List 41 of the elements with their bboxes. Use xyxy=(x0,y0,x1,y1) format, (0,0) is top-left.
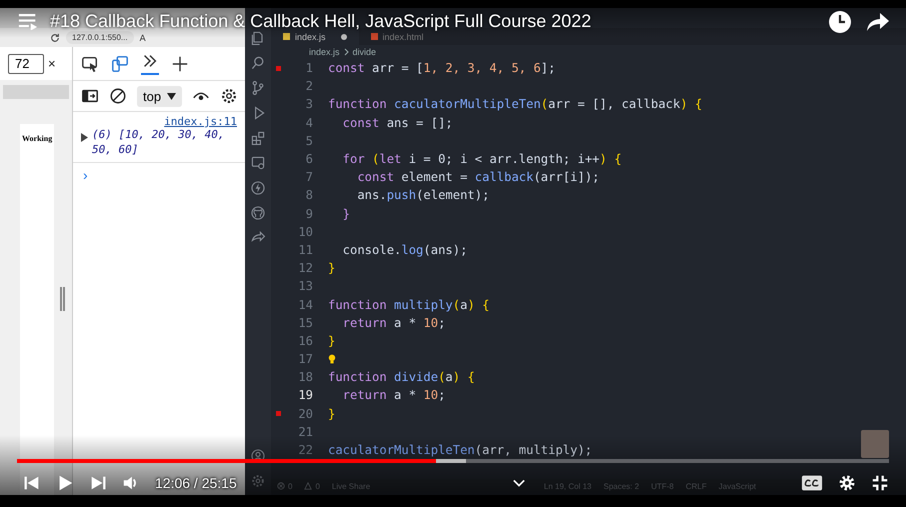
time-display: 12:06 / 25:15 xyxy=(155,475,237,491)
line-number: 14 xyxy=(297,298,313,312)
code-line: function multiply(a) { xyxy=(328,298,490,312)
line-number: 7 xyxy=(304,170,313,184)
code-line: const arr = [1, 2, 3, 4, 5, 6]; xyxy=(328,61,556,76)
code-line: function divide(a) { xyxy=(328,370,475,384)
code-line: const element = callback(arr[i]); xyxy=(356,170,600,184)
line-number: 20 xyxy=(297,406,313,421)
code-line: } xyxy=(328,406,336,421)
code-line: return a * 10; xyxy=(342,316,446,330)
line-number: 8 xyxy=(304,188,313,202)
code-line: const ans = []; xyxy=(342,116,453,130)
code-line: } xyxy=(342,206,350,221)
line-number: 12 xyxy=(297,261,313,276)
code-line: console.log(ans); xyxy=(342,242,468,257)
line-number: 10 xyxy=(297,224,313,239)
line-number: 9 xyxy=(304,206,313,221)
line-number: 5 xyxy=(304,134,313,148)
page-text: Working xyxy=(22,134,52,143)
line-number: 18 xyxy=(297,370,313,384)
code-line: } xyxy=(328,261,336,276)
line-number: 13 xyxy=(297,279,313,294)
line-number: 19 xyxy=(297,388,313,402)
line-number: 16 xyxy=(297,334,313,348)
code-line: } xyxy=(328,334,336,348)
line-number: 11 xyxy=(297,242,313,257)
line-number: 2 xyxy=(304,79,313,94)
line-number: 6 xyxy=(304,152,313,166)
line-number: 22 xyxy=(297,443,313,458)
line-number: 4 xyxy=(304,116,313,130)
line-number: 3 xyxy=(304,97,313,112)
code-line: caculatorMultipleTen(arr, multiply); xyxy=(328,443,592,458)
code-line: for (let i = 0; i < arr.length; i++) { xyxy=(342,152,622,166)
code-line: return a * 10; xyxy=(342,388,446,402)
code-line: ans.push(element); xyxy=(356,188,490,202)
line-number: 17 xyxy=(297,352,313,366)
console-output: (6) [10, 20, 30, 40, 50, 60] xyxy=(92,128,226,158)
line-number: 1 xyxy=(304,61,313,76)
line-number: 21 xyxy=(297,424,313,439)
line-number: 15 xyxy=(297,316,313,330)
code-line: function caculatorMultipleTen(arr = [], callback) { xyxy=(328,97,702,112)
